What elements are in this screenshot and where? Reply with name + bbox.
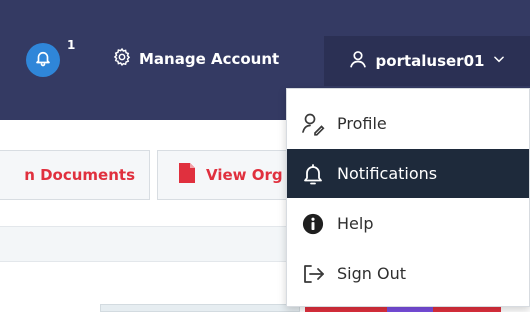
- bell-icon: [34, 49, 52, 71]
- bottom-tab[interactable]: [100, 304, 300, 312]
- dropdown-item-label: Help: [337, 214, 374, 233]
- dropdown-item-label: Notifications: [337, 164, 438, 183]
- user-dropdown-menu: Profile Notifications Help Sign Out: [286, 88, 530, 307]
- gear-icon: [112, 47, 132, 71]
- dropdown-item-notifications[interactable]: Notifications: [287, 149, 529, 198]
- info-icon: [301, 212, 325, 236]
- notifications-button[interactable]: [26, 43, 60, 77]
- documents-button[interactable]: n Documents: [0, 150, 150, 200]
- dropdown-item-help[interactable]: Help: [287, 199, 529, 248]
- profile-icon: [301, 112, 325, 136]
- sign-out-icon: [301, 262, 325, 286]
- manage-account-link[interactable]: Manage Account: [112, 47, 279, 71]
- notification-count: 1: [67, 38, 76, 52]
- documents-button-label: n Documents: [24, 166, 135, 184]
- dropdown-item-sign-out[interactable]: Sign Out: [287, 249, 529, 298]
- dropdown-item-label: Sign Out: [337, 264, 406, 283]
- bell-icon: [301, 162, 325, 186]
- user-icon: [348, 49, 368, 73]
- dropdown-item-profile[interactable]: Profile: [287, 99, 529, 148]
- username-label: portaluser01: [375, 52, 485, 70]
- chevron-down-icon: [492, 52, 506, 70]
- manage-account-label: Manage Account: [139, 50, 280, 68]
- user-menu-toggle[interactable]: portaluser01: [324, 36, 530, 86]
- view-org-button-label: View Org: [206, 166, 283, 184]
- view-org-button[interactable]: View Org: [157, 150, 307, 200]
- file-icon: [178, 162, 196, 188]
- dropdown-item-label: Profile: [337, 114, 387, 133]
